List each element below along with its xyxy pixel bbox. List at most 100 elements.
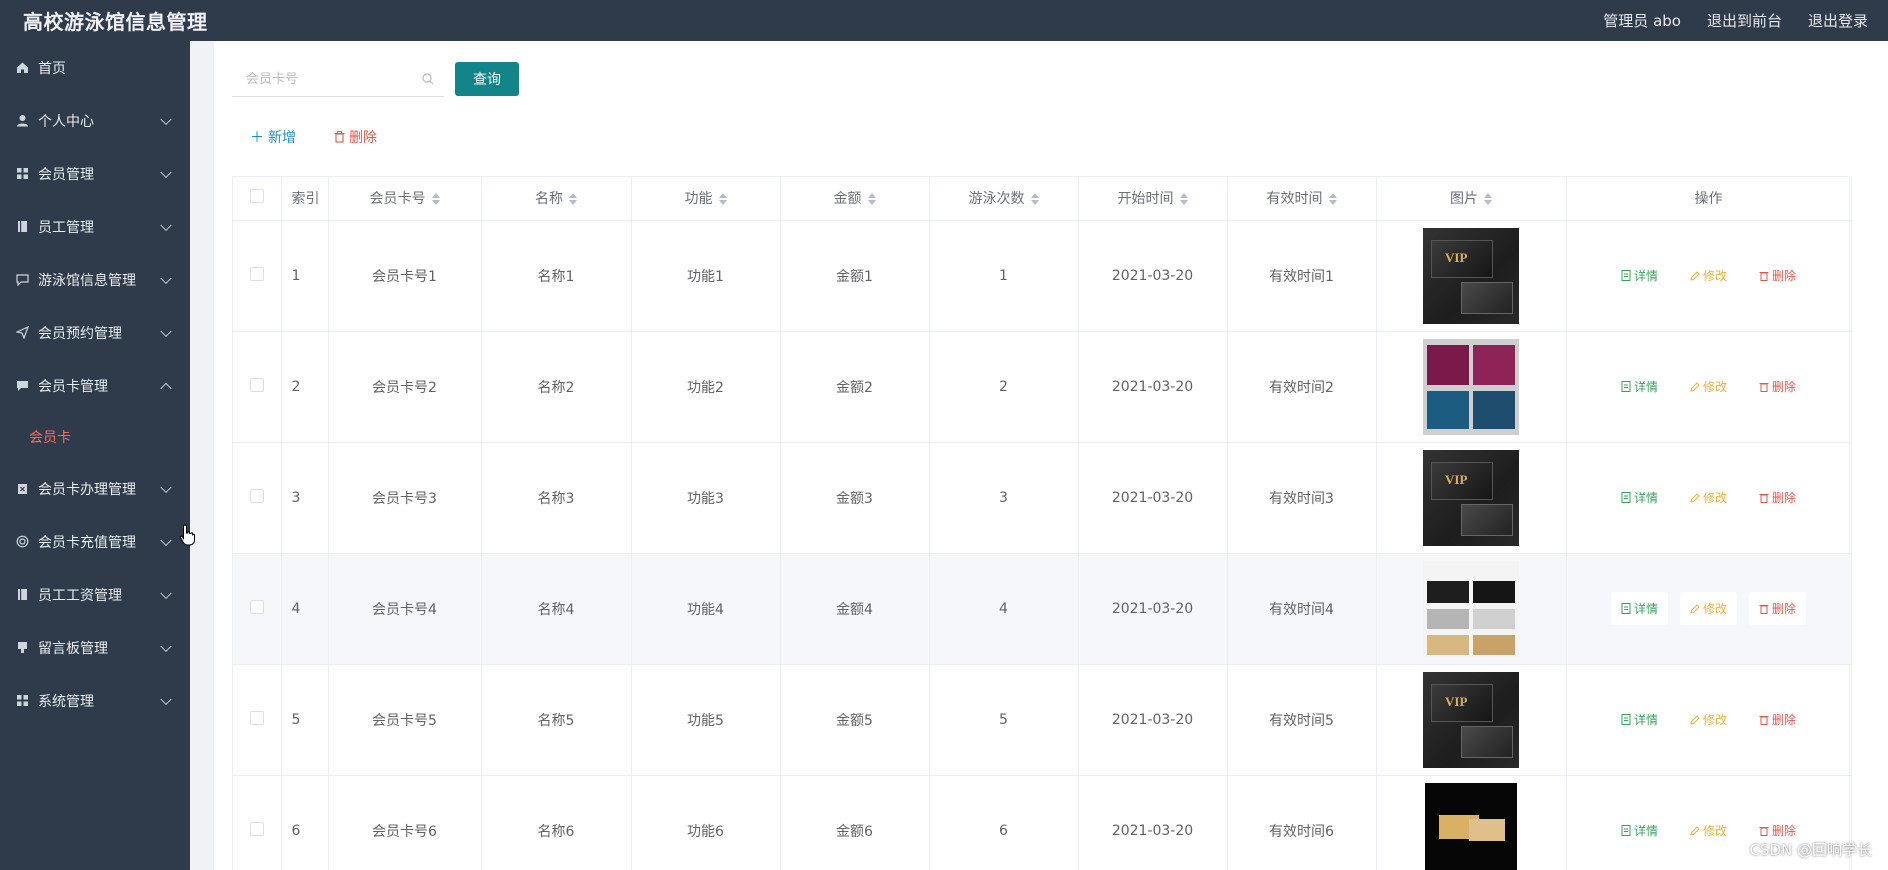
sidebar-item-10[interactable]: 留言板管理	[0, 621, 190, 674]
select-all-checkbox[interactable]	[249, 189, 264, 204]
delete-button[interactable]: 删除	[1749, 592, 1807, 625]
document-icon	[1621, 825, 1631, 836]
edit-button[interactable]: 修改	[1680, 259, 1737, 292]
table-row[interactable]: 2 会员卡号2 名称2 功能2 金额2 2 2021-03-20 有效时间2 详情 修改 删除	[233, 331, 1852, 443]
cell-card-number: 会员卡号4	[328, 553, 482, 665]
column-header[interactable]: 金额	[780, 177, 930, 221]
table-row[interactable]: 5 会员卡号5 名称5 功能5 金额5 5 2021-03-20 有效时间5 VIP 详情 修改 删除	[233, 664, 1852, 776]
row-actions: 详情 修改 删除	[1567, 481, 1851, 514]
table-row[interactable]: 4 会员卡号4 名称4 功能4 金额4 4 2021-03-20 有效时间4 详情 修改 删除	[233, 553, 1852, 665]
cell-swim-count: 5	[929, 664, 1079, 776]
detail-button[interactable]: 详情	[1611, 370, 1668, 403]
search-icon	[422, 72, 434, 84]
cell-image: VIP	[1376, 664, 1567, 776]
column-header-label: 开始时间	[1117, 191, 1174, 208]
detail-button[interactable]: 详情	[1611, 259, 1668, 292]
delete-button[interactable]: 删除	[1749, 370, 1806, 403]
search-input[interactable]	[246, 71, 406, 86]
sidebar-item-6[interactable]: 会员卡管理	[0, 359, 190, 412]
sort-caret-icon[interactable]	[1484, 193, 1492, 206]
edit-button[interactable]: 修改	[1680, 370, 1737, 403]
cell-amount: 金额1	[780, 220, 930, 332]
detail-button[interactable]: 详情	[1611, 814, 1668, 847]
row-checkbox[interactable]	[249, 377, 264, 392]
sidebar-item-4[interactable]: 游泳馆信息管理	[0, 253, 190, 306]
select-all-cell	[233, 177, 282, 221]
sidebar-item-label: 留言板管理	[38, 640, 108, 657]
sort-caret-icon[interactable]	[1328, 193, 1337, 206]
logout-link[interactable]: 退出登录	[1808, 10, 1868, 31]
sidebar-item-label: 会员预约管理	[38, 325, 122, 342]
grid-icon	[14, 166, 30, 182]
chevron-down-icon	[160, 219, 172, 231]
sort-caret-icon[interactable]	[1179, 193, 1188, 206]
edit-button[interactable]: 修改	[1679, 592, 1737, 625]
row-checkbox[interactable]	[249, 599, 264, 614]
sidebar-item-8[interactable]: 会员卡充值管理	[0, 515, 190, 568]
sidebar-item-11[interactable]: 系统管理	[0, 674, 190, 727]
exit-to-front-link[interactable]: 退出到前台	[1707, 10, 1782, 31]
column-header[interactable]: 图片	[1376, 177, 1567, 221]
member-card-image[interactable]	[1423, 560, 1519, 657]
cell-function: 功能3	[631, 442, 781, 554]
cell-index: 3	[281, 442, 329, 554]
sort-caret-icon[interactable]	[867, 193, 876, 206]
row-checkbox[interactable]	[249, 488, 264, 503]
edit-button[interactable]: 修改	[1680, 814, 1737, 847]
admin-user-label[interactable]: 管理员 abo	[1603, 10, 1681, 31]
sort-caret-icon[interactable]	[569, 193, 577, 206]
sidebar-item-7[interactable]: 会员卡办理管理	[0, 462, 190, 515]
chat-icon	[14, 378, 30, 394]
cell-swim-count: 6	[929, 775, 1079, 870]
table-header-row: 索引 会员卡号 名称 功能 金额 游泳次数 开始时间 有效时间 图片 操作	[233, 177, 1852, 221]
sidebar-item-5[interactable]: 会员预约管理	[0, 306, 190, 359]
row-checkbox[interactable]	[249, 821, 264, 836]
column-header[interactable]: 名称	[481, 177, 632, 221]
column-header[interactable]: 游泳次数	[929, 177, 1079, 221]
table-row[interactable]: 6 会员卡号6 名称6 功能6 金额6 6 2021-03-20 有效时间6 详情 修改 删除	[233, 775, 1852, 870]
add-button[interactable]: ＋ 新增	[250, 127, 296, 147]
member-card-image[interactable]: VIP	[1423, 227, 1519, 324]
detail-button[interactable]: 详情	[1611, 703, 1668, 736]
sidebar-item-1[interactable]: 个人中心	[0, 94, 190, 147]
sort-caret-icon[interactable]	[718, 193, 727, 206]
sort-caret-icon[interactable]	[431, 193, 440, 206]
edit-button[interactable]: 修改	[1680, 703, 1737, 736]
delete-button[interactable]: 删除	[1749, 259, 1806, 292]
member-card-image[interactable]	[1423, 338, 1519, 435]
member-card-image[interactable]: VIP	[1423, 449, 1519, 546]
chevron-down-icon	[160, 587, 172, 599]
table-row[interactable]: 3 会员卡号3 名称3 功能3 金额3 3 2021-03-20 有效时间3 VIP 详情 修改 删除	[233, 442, 1852, 554]
delete-button[interactable]: 删除	[1749, 703, 1806, 736]
sidebar-item-9[interactable]: 员工工资管理	[0, 568, 190, 621]
column-header[interactable]: 有效时间	[1227, 177, 1377, 221]
sort-caret-icon[interactable]	[1030, 193, 1039, 206]
batch-delete-button[interactable]: 删除	[334, 127, 377, 147]
edit-label: 修改	[1702, 491, 1727, 505]
sidebar-item-label: 会员卡办理管理	[38, 481, 136, 498]
row-checkbox[interactable]	[249, 710, 264, 725]
chevron-down-icon	[160, 272, 172, 284]
sidebar-item-0[interactable]: 首页	[0, 41, 190, 94]
sidebar-item-2[interactable]: 会员管理	[0, 147, 190, 200]
detail-button[interactable]: 详情	[1610, 592, 1668, 625]
detail-button[interactable]: 详情	[1611, 481, 1668, 514]
submenu-item-member-card[interactable]: 会员卡	[0, 412, 190, 462]
edit-button[interactable]: 修改	[1680, 481, 1737, 514]
column-header[interactable]: 会员卡号	[328, 177, 482, 221]
member-card-image[interactable]	[1425, 782, 1517, 870]
member-card-image[interactable]: VIP	[1423, 671, 1519, 768]
delete-button[interactable]: 删除	[1749, 481, 1806, 514]
query-button[interactable]: 查询	[455, 62, 519, 96]
chevron-down-icon	[160, 481, 172, 493]
column-header-label: 会员卡号	[369, 191, 426, 208]
table-row[interactable]: 1 会员卡号1 名称1 功能1 金额1 1 2021-03-20 有效时间1 VIP 详情 修改 删除	[233, 220, 1852, 332]
column-header[interactable]: 开始时间	[1078, 177, 1228, 221]
row-actions: 详情 修改 删除	[1567, 259, 1851, 292]
sidebar-item-3[interactable]: 员工管理	[0, 200, 190, 253]
column-header-label: 操作	[1694, 191, 1723, 208]
trash-icon	[334, 131, 345, 143]
column-header[interactable]: 功能	[631, 177, 781, 221]
grid-icon	[14, 693, 30, 709]
row-checkbox[interactable]	[249, 266, 264, 281]
